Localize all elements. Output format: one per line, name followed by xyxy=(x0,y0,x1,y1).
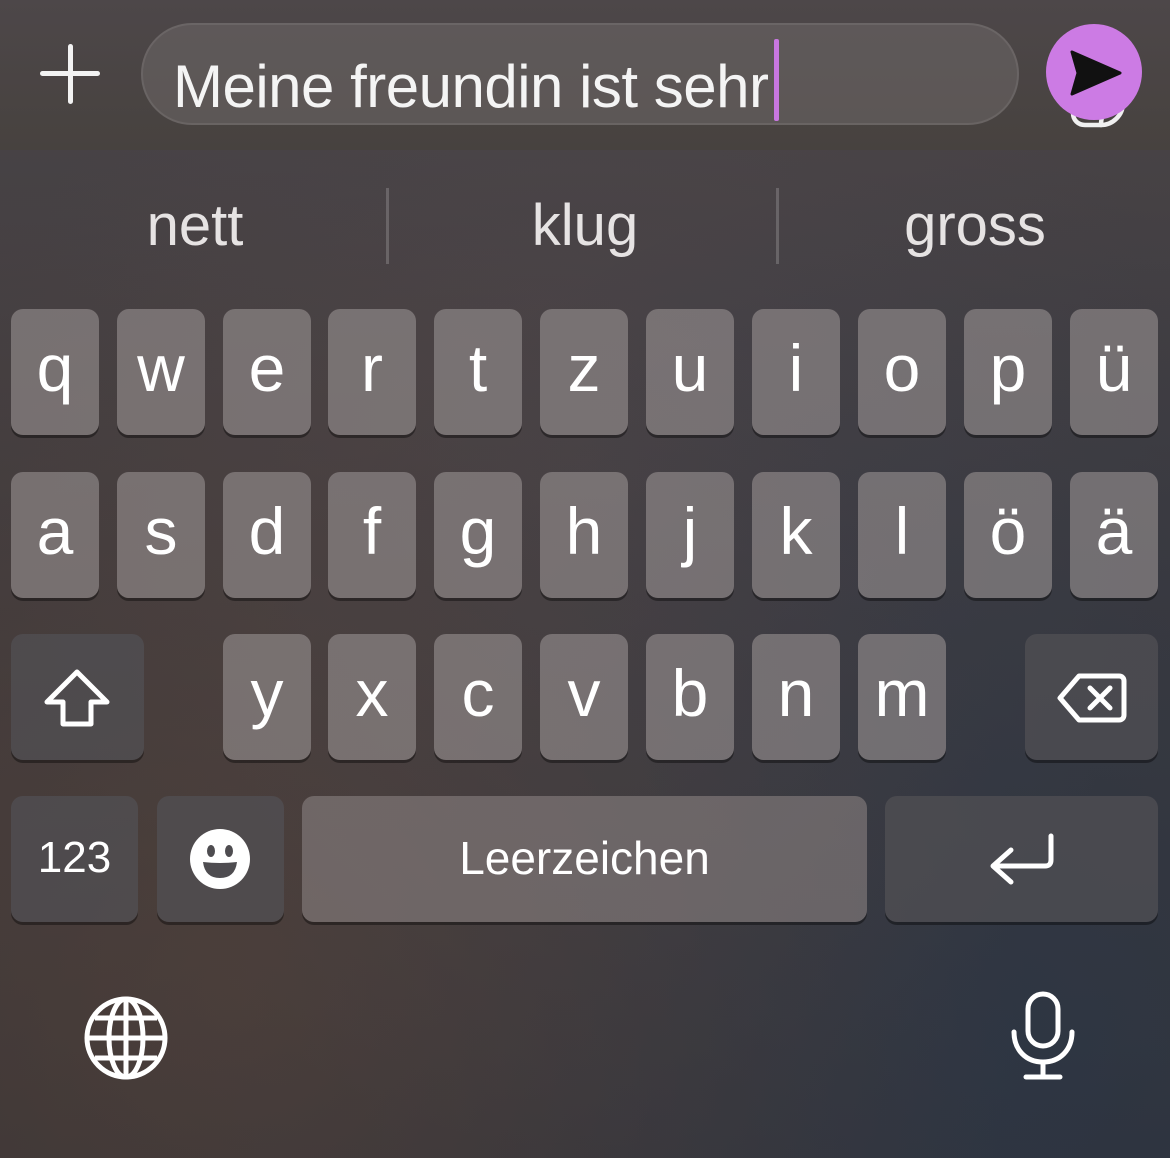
key-i[interactable]: i xyxy=(752,309,840,435)
backspace-icon xyxy=(1057,673,1127,723)
key-r[interactable]: r xyxy=(328,309,416,435)
key-z[interactable]: z xyxy=(540,309,628,435)
emoji-smiley-icon xyxy=(190,829,250,889)
key-c[interactable]: c xyxy=(434,634,522,760)
key-a[interactable]: a xyxy=(11,472,99,598)
key-x[interactable]: x xyxy=(328,634,416,760)
key-y[interactable]: y xyxy=(223,634,311,760)
shift-key[interactable] xyxy=(11,634,144,760)
suggestion-divider xyxy=(386,188,389,264)
key-q[interactable]: q xyxy=(11,309,99,435)
suggestion-2[interactable]: klug xyxy=(390,170,780,282)
key-g[interactable]: g xyxy=(434,472,522,598)
numbers-key[interactable]: 123 xyxy=(11,796,138,922)
return-arrow-icon xyxy=(990,833,1054,885)
key-v[interactable]: v xyxy=(540,634,628,760)
key-a-umlaut[interactable]: ä xyxy=(1070,472,1158,598)
key-k[interactable]: k xyxy=(752,472,840,598)
globe-button[interactable] xyxy=(82,994,170,1082)
suggestion-1[interactable]: nett xyxy=(0,170,390,282)
key-s[interactable]: s xyxy=(117,472,205,598)
suggestion-3[interactable]: gross xyxy=(780,170,1170,282)
key-o[interactable]: o xyxy=(858,309,946,435)
compose-bar: Meine freundin ist sehr xyxy=(0,0,1170,150)
key-w[interactable]: w xyxy=(117,309,205,435)
key-e[interactable]: e xyxy=(223,309,311,435)
key-u[interactable]: u xyxy=(646,309,734,435)
key-o-umlaut[interactable]: ö xyxy=(964,472,1052,598)
key-n[interactable]: n xyxy=(752,634,840,760)
delete-key[interactable] xyxy=(1025,634,1158,760)
key-t[interactable]: t xyxy=(434,309,522,435)
return-key[interactable] xyxy=(885,796,1158,922)
text-caret xyxy=(774,39,780,121)
message-input[interactable]: Meine freundin ist sehr xyxy=(141,23,1126,128)
key-m[interactable]: m xyxy=(858,634,946,760)
suggestion-bar: nett klug gross xyxy=(0,170,1170,282)
shift-arrow-icon xyxy=(44,669,110,727)
key-p[interactable]: p xyxy=(964,309,1052,435)
suggestion-divider xyxy=(776,188,779,264)
key-d[interactable]: d xyxy=(223,472,311,598)
key-b[interactable]: b xyxy=(646,634,734,760)
globe-icon xyxy=(84,996,168,1080)
dictation-button[interactable] xyxy=(1008,990,1078,1082)
key-f[interactable]: f xyxy=(328,472,416,598)
paper-plane-icon xyxy=(1070,50,1122,96)
emoji-key[interactable] xyxy=(157,796,284,922)
message-text: Meine freundin ist sehr xyxy=(173,53,769,120)
key-h[interactable]: h xyxy=(540,472,628,598)
key-j[interactable]: j xyxy=(646,472,734,598)
key-u-umlaut[interactable]: ü xyxy=(1070,309,1158,435)
microphone-icon xyxy=(1011,991,1075,1080)
add-attachment-button[interactable] xyxy=(36,40,104,108)
key-l[interactable]: l xyxy=(858,472,946,598)
send-button[interactable] xyxy=(1046,24,1142,120)
space-key[interactable]: Leerzeichen xyxy=(302,796,867,922)
